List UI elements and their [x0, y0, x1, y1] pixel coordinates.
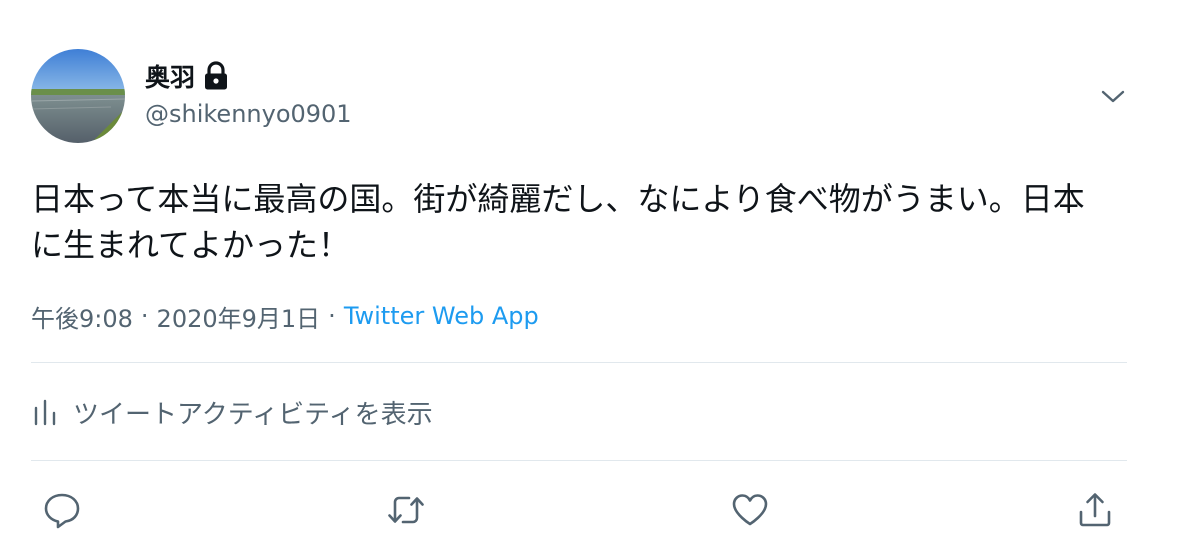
display-name[interactable]: 奥羽 [145, 58, 195, 94]
meta-separator: · [328, 302, 336, 330]
retweet-icon[interactable] [382, 486, 430, 534]
tweet-meta: 午後9:08 · 2020年9月1日 · Twitter Web App [31, 298, 539, 334]
user-handle[interactable]: @shikennyo0901 [145, 100, 352, 128]
tweet-activity-link[interactable]: ツイートアクティビティを表示 [31, 390, 433, 434]
tweet-activity-label: ツイートアクティビティを表示 [73, 399, 433, 430]
divider [31, 460, 1127, 461]
meta-separator: · [140, 302, 149, 330]
lock-icon [203, 61, 229, 91]
heart-icon[interactable] [726, 486, 774, 534]
tweet-date[interactable]: 2020年9月1日 [157, 299, 321, 334]
action-bar [0, 480, 1200, 540]
bar-chart-icon [31, 397, 59, 427]
avatar[interactable] [31, 49, 125, 143]
reply-icon[interactable] [38, 486, 86, 534]
share-icon[interactable] [1071, 486, 1119, 534]
chevron-down-icon[interactable] [1097, 80, 1129, 112]
tweet-source-link[interactable]: Twitter Web App [344, 302, 539, 330]
tweet-text: 日本って本当に最高の国。街が綺麗だし、なにより食べ物がうまい。日本に生まれてよか… [31, 180, 1085, 264]
tweet-detail: 奥羽 @shikennyo0901 日本って本当に最高の国。街が綺麗だし、なによ… [0, 0, 1200, 544]
divider [31, 362, 1127, 363]
tweet-time[interactable]: 午後9:08 [31, 299, 133, 334]
name-row: 奥羽 [145, 59, 229, 93]
